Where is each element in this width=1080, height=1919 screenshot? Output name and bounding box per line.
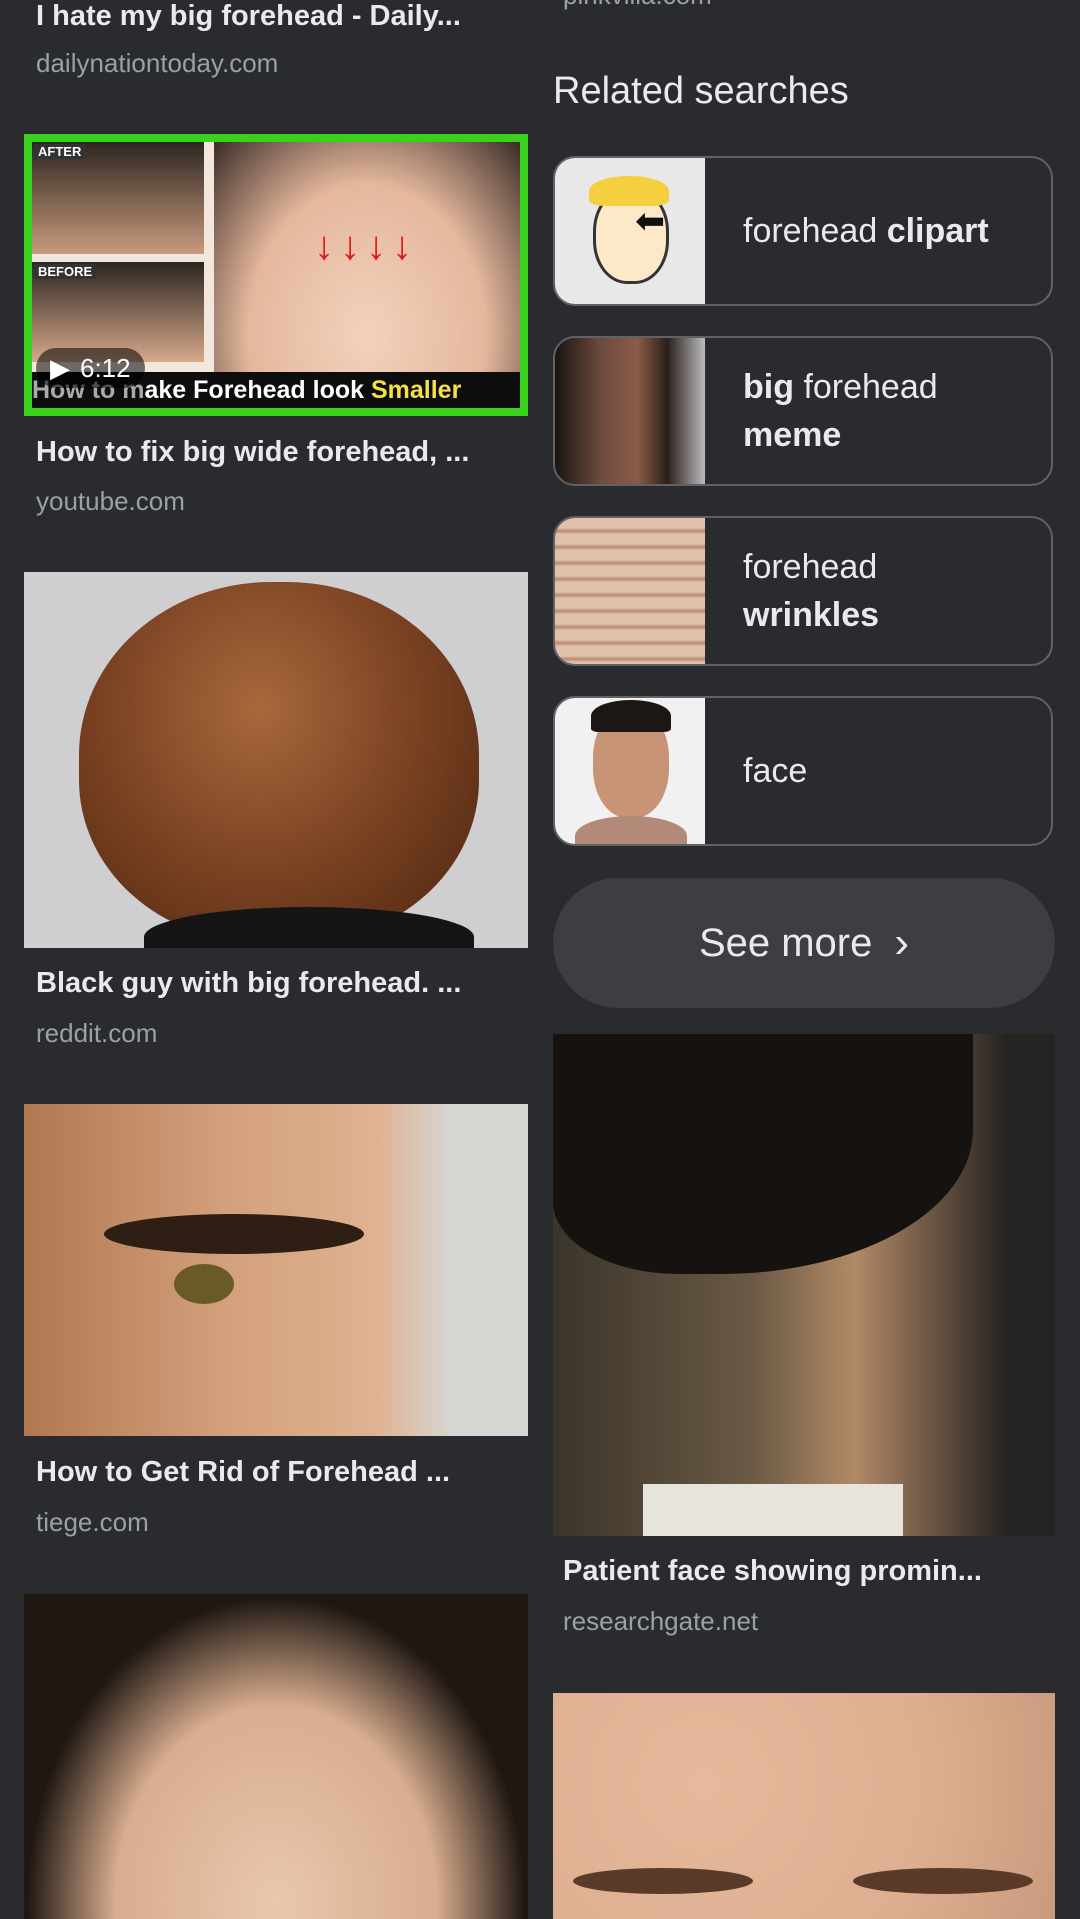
play-icon: ▶ <box>50 353 70 383</box>
result-domain: reddit.com <box>36 1018 158 1048</box>
result-thumbnail[interactable] <box>24 572 528 948</box>
result-title[interactable]: Patient face showing promin... <box>563 1555 1043 1588</box>
after-label: AFTER <box>34 144 86 159</box>
result-domain: pinkvilla.com <box>563 0 712 11</box>
before-label: BEFORE <box>34 264 97 279</box>
result-title[interactable]: Black guy with big forehead. ... <box>36 967 516 1000</box>
result-title[interactable]: How to fix big wide forehead, ... <box>36 436 516 469</box>
result-thumbnail[interactable] <box>553 1034 1055 1536</box>
result-thumbnail[interactable] <box>553 1693 1055 1919</box>
clipart-thumbnail: ⬅ <box>555 158 705 304</box>
result-domain: researchgate.net <box>563 1606 759 1636</box>
see-more-label: See more <box>698 920 873 965</box>
related-search-clipart[interactable]: ⬅ forehead clipart <box>553 156 1053 306</box>
related-search-face[interactable]: face <box>553 696 1053 846</box>
chevron-right-icon: › <box>894 918 910 967</box>
result-thumbnail[interactable] <box>24 1104 528 1436</box>
arrow-icon: ⬅ <box>635 200 666 241</box>
result-title[interactable]: How to Get Rid of Forehead ... <box>36 1456 516 1489</box>
result-thumbnail[interactable] <box>24 1594 528 1919</box>
related-search-big-forehead-meme[interactable]: big forehead meme <box>553 336 1053 486</box>
result-title[interactable]: I hate my big forehead - Daily... <box>36 0 516 33</box>
video-duration-badge: ▶ 6:12 <box>36 348 145 388</box>
face-thumbnail <box>555 698 705 844</box>
result-domain: dailynationtoday.com <box>36 48 279 78</box>
result-thumbnail-video[interactable]: AFTER BEFORE ↓↓↓↓ How to make Forehead l… <box>24 134 528 416</box>
result-domain: youtube.com <box>36 486 185 516</box>
wrinkles-thumbnail <box>555 518 705 664</box>
result-domain: tiege.com <box>36 1507 149 1537</box>
see-more-button[interactable]: See more › <box>553 878 1055 1008</box>
related-searches-heading: Related searches <box>553 70 849 112</box>
arrow-icon: ↓↓↓↓ <box>314 224 418 268</box>
meme-thumbnail <box>555 338 705 484</box>
related-search-forehead-wrinkles[interactable]: forehead wrinkles <box>553 516 1053 666</box>
